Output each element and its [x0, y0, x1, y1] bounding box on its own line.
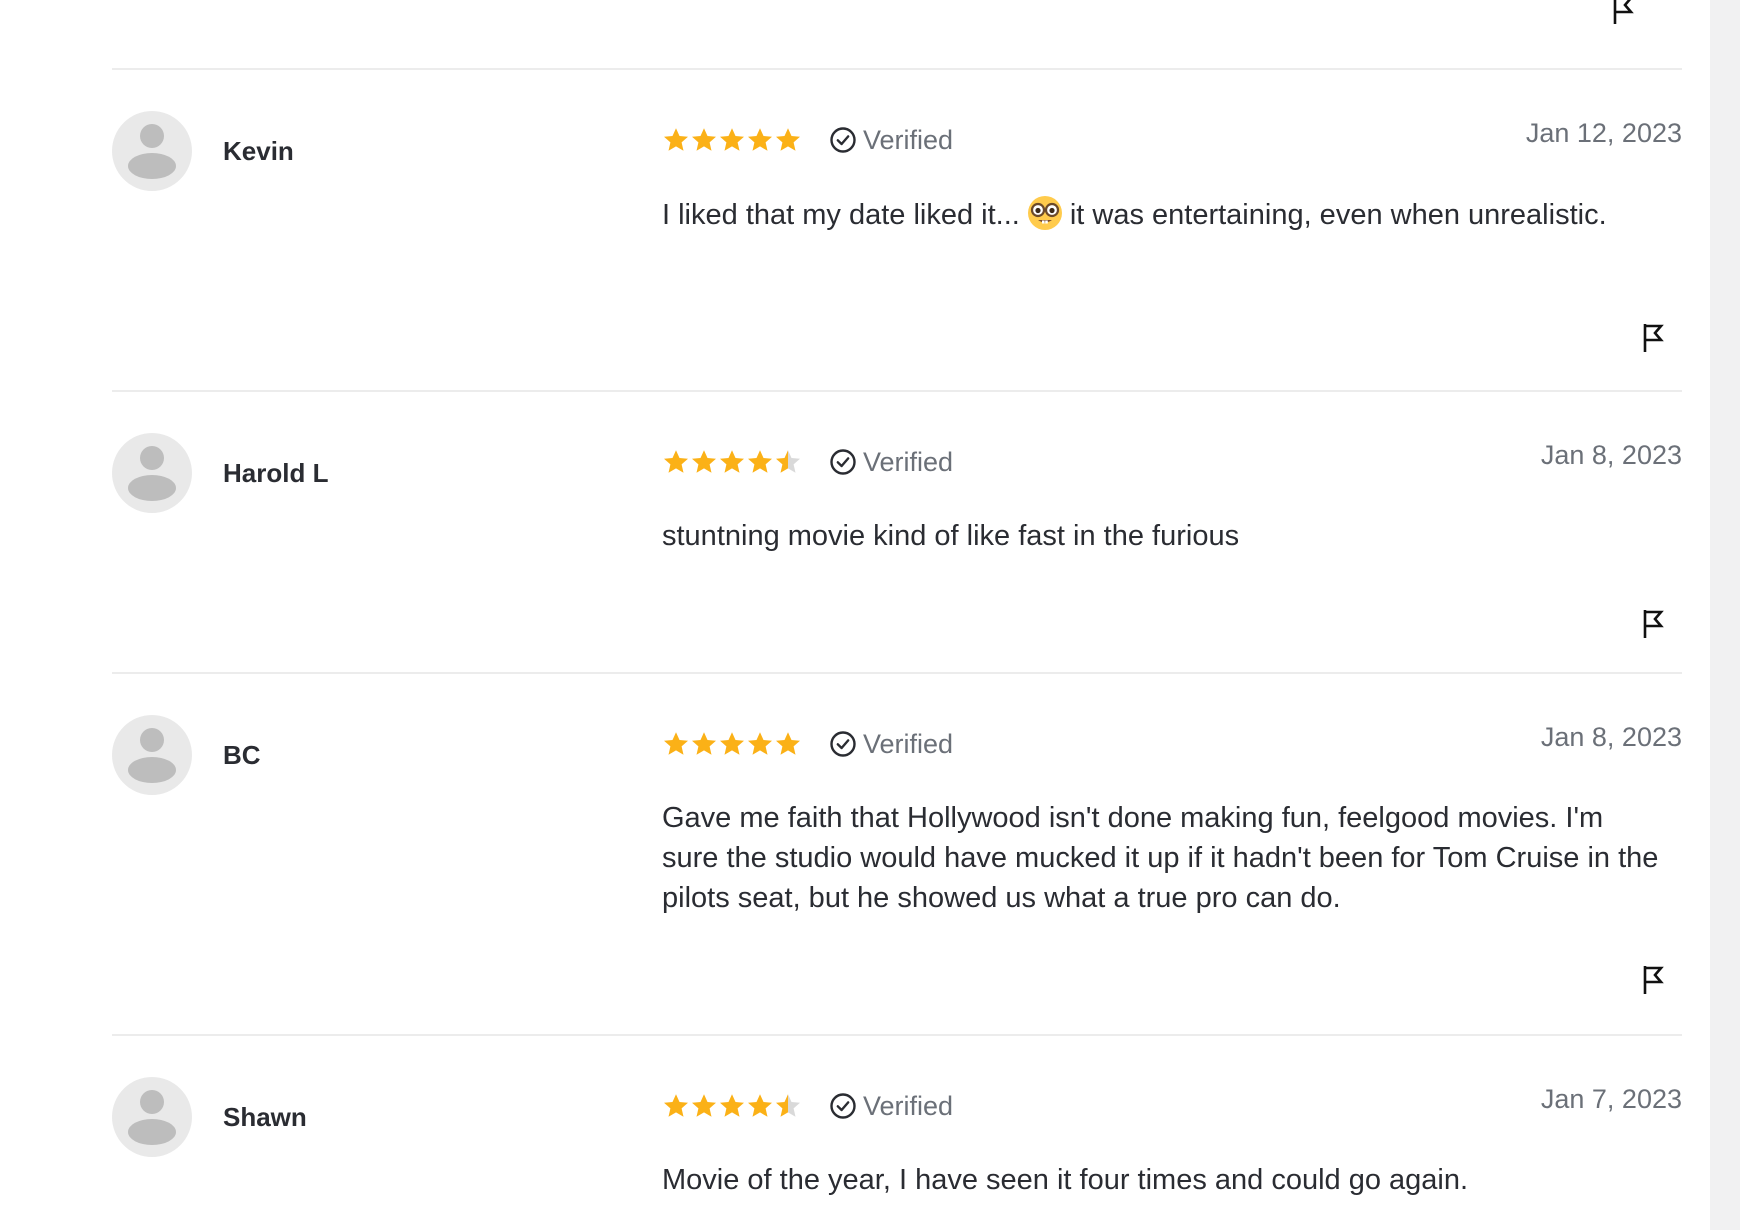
verified-badge: Verified: [829, 1091, 953, 1122]
review-username: Harold L: [223, 457, 329, 488]
star-full-icon: [664, 128, 688, 151]
review-text-part: it was entertaining, even when unrealist…: [1069, 199, 1607, 231]
reviews-page: Kevin Verified Jan 12, 2023 I liked that…: [0, 0, 1740, 1230]
star-full-icon: [748, 732, 772, 755]
review-user: Shawn: [112, 1077, 662, 1157]
report-flag-icon[interactable]: [1612, 0, 1636, 26]
review-user: BC: [112, 715, 662, 795]
star-half-icon: [776, 1094, 800, 1117]
star-rating: [662, 126, 802, 154]
review-username: Shawn: [223, 1101, 307, 1132]
star-full-icon: [664, 450, 688, 473]
star-full-icon: [748, 450, 772, 473]
verified-badge: Verified: [829, 125, 953, 156]
review-text: Movie of the year, I have seen it four t…: [662, 1164, 1469, 1196]
star-rating: [662, 730, 802, 758]
scrollbar[interactable]: [1710, 0, 1740, 1230]
report-flag-icon[interactable]: [1642, 322, 1666, 354]
review-body: Verified Jan 8, 2023 stuntning movie kin…: [662, 392, 1682, 672]
star-full-icon: [720, 450, 744, 473]
star-full-icon: [776, 732, 800, 755]
nerd-face-emoji-icon: [1027, 196, 1062, 230]
review-date: Jan 7, 2023: [1540, 1084, 1682, 1114]
verified-label: Verified: [863, 728, 954, 759]
review-text-part: I liked that my date liked it...: [662, 199, 1020, 231]
review-item: Kevin Verified Jan 12, 2023 I liked that…: [112, 70, 1682, 390]
avatar-icon: [112, 111, 192, 191]
report-flag-icon[interactable]: [1642, 964, 1666, 996]
review-meta: Verified: [662, 1086, 1682, 1126]
verified-label: Verified: [863, 124, 954, 155]
review-text: I liked that my date liked it... it was e…: [662, 194, 1662, 235]
verified-label: Verified: [863, 1090, 954, 1121]
avatar-icon: [112, 715, 192, 795]
review-body: Verified Jan 8, 2023 Gave me faith that …: [662, 674, 1682, 1034]
star-full-icon: [692, 450, 716, 473]
check-circle-icon: [830, 127, 856, 153]
review-meta: Verified: [662, 442, 1682, 482]
review-item: Harold L Verified Jan 8, 2023 stuntning …: [112, 392, 1682, 672]
review-user: Kevin: [112, 111, 662, 191]
star-full-icon: [692, 732, 716, 755]
star-full-icon: [692, 128, 716, 151]
review-date: Jan 8, 2023: [1540, 722, 1682, 752]
review-date: Jan 8, 2023: [1540, 440, 1682, 470]
avatar-icon: [112, 1077, 192, 1157]
check-circle-icon: [830, 731, 856, 757]
star-full-icon: [664, 732, 688, 755]
star-rating: [662, 1092, 802, 1120]
review-username: Kevin: [223, 135, 294, 166]
review-body: Verified Jan 7, 2023 Movie of the year, …: [662, 1036, 1682, 1230]
avatar-icon: [112, 433, 192, 513]
star-full-icon: [748, 1094, 772, 1117]
report-flag-icon[interactable]: [1642, 608, 1666, 640]
star-full-icon: [720, 732, 744, 755]
star-full-icon: [720, 1094, 744, 1117]
review-item: BC Verified Jan 8, 2023 Gave me faith th…: [112, 674, 1682, 1034]
star-rating: [662, 448, 802, 476]
review-username: BC: [223, 739, 261, 770]
verified-badge: Verified: [829, 729, 953, 760]
review-body: Verified Jan 12, 2023 I liked that my da…: [662, 70, 1682, 390]
review-text: stuntning movie kind of like fast in the…: [662, 520, 1240, 552]
star-full-icon: [748, 128, 772, 151]
star-full-icon: [692, 1094, 716, 1117]
review-date: Jan 12, 2023: [1525, 118, 1682, 148]
review-text: Gave me faith that Hollywood isn't done …: [662, 802, 1659, 914]
reviews-list: Kevin Verified Jan 12, 2023 I liked that…: [112, 0, 1682, 1230]
check-circle-icon: [830, 1093, 856, 1119]
star-full-icon: [664, 1094, 688, 1117]
star-full-icon: [720, 128, 744, 151]
review-item: Shawn Verified Jan 7, 2023 Movie of the …: [112, 1036, 1682, 1230]
review-user: Harold L: [112, 433, 662, 513]
check-circle-icon: [830, 449, 856, 475]
verified-label: Verified: [863, 446, 954, 477]
review-meta: Verified: [662, 724, 1682, 764]
star-half-icon: [776, 450, 800, 473]
star-full-icon: [776, 128, 800, 151]
verified-badge: Verified: [829, 447, 953, 478]
